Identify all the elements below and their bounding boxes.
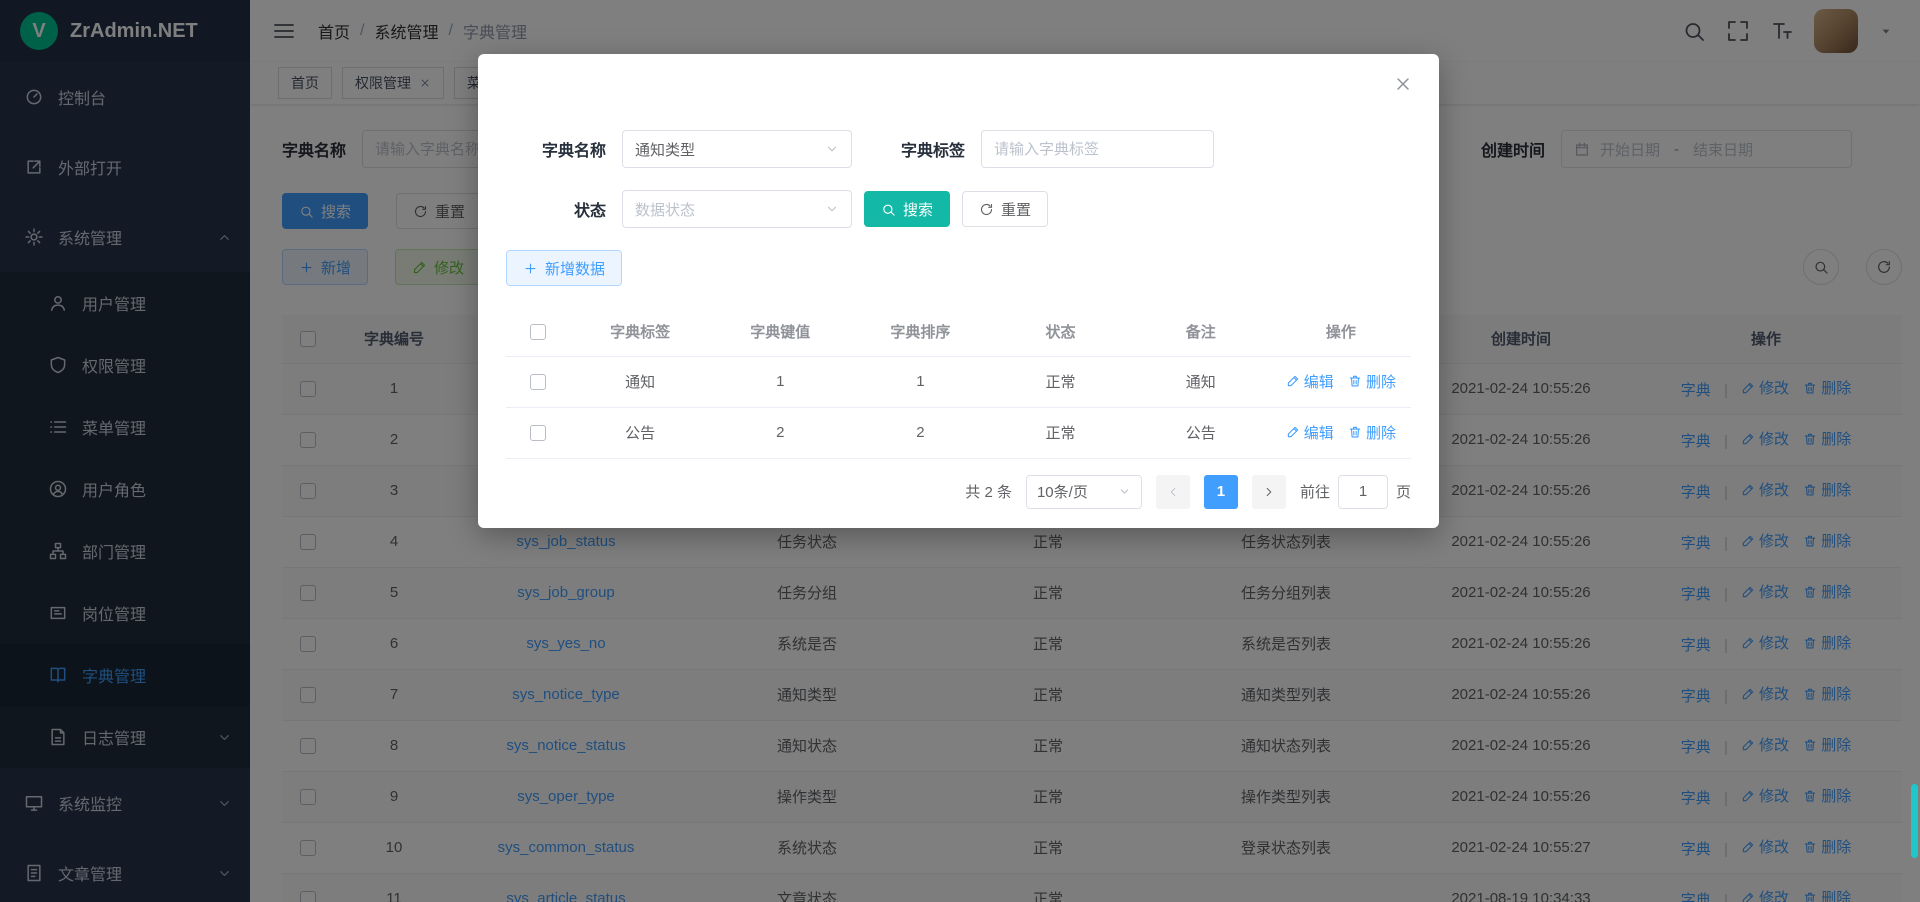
close-icon[interactable] [1393, 74, 1413, 94]
delete-row-link[interactable]: 删除 [1348, 371, 1396, 392]
dict-label-input[interactable] [981, 130, 1214, 168]
dialog-search-label: 搜索 [903, 199, 933, 220]
goto-label: 前往 [1300, 481, 1330, 502]
plus-icon [523, 261, 538, 276]
header-dict-value: 字典键值 [710, 308, 850, 356]
pagination-total: 共 2 条 [965, 481, 1012, 502]
dialog-form-row-1: 字典名称 通知类型 字典标签 [506, 130, 1411, 168]
header-dict-label: 字典标签 [570, 308, 710, 356]
edit-row-link[interactable]: 编辑 [1286, 371, 1334, 392]
row-checkbox[interactable] [530, 425, 546, 441]
edit-icon [1286, 425, 1300, 439]
dialog-toolbar: 新增数据 [506, 250, 1411, 286]
dialog-reset-button[interactable]: 重置 [962, 191, 1048, 227]
goto-page-group: 前往 页 [1300, 475, 1411, 509]
cell-dict-value: 2 [710, 407, 850, 458]
table-row: 公告 2 2 正常 公告 编辑 删除 [506, 407, 1411, 458]
table-row: 通知 1 1 正常 通知 编辑 删除 [506, 356, 1411, 407]
cell-dict-value: 1 [710, 356, 850, 407]
edit-link-label: 编辑 [1304, 371, 1334, 392]
trash-icon [1348, 374, 1362, 388]
refresh-icon [979, 202, 994, 217]
pagination: 共 2 条 10条/页 1 前往 页 [506, 475, 1411, 509]
delete-row-link[interactable]: 删除 [1348, 422, 1396, 443]
edit-icon [1286, 374, 1300, 388]
edit-link-label: 编辑 [1304, 422, 1334, 443]
dict-data-table-body: 通知 1 1 正常 通知 编辑 删除 [506, 356, 1411, 458]
cell-status: 正常 [990, 356, 1130, 407]
select-all-checkbox[interactable] [530, 324, 546, 340]
next-page-button[interactable] [1252, 475, 1286, 509]
delete-link-label: 删除 [1366, 422, 1396, 443]
scrollbar-thumb[interactable] [1911, 784, 1918, 858]
cell-dict-sort: 1 [850, 356, 990, 407]
trash-icon [1348, 425, 1362, 439]
chevron-right-icon [1262, 485, 1276, 499]
search-icon [881, 202, 896, 217]
status-label: 状态 [506, 197, 606, 221]
page-unit-label: 页 [1396, 481, 1411, 502]
row-checkbox[interactable] [530, 374, 546, 390]
prev-page-button[interactable] [1156, 475, 1190, 509]
dialog-search-button[interactable]: 搜索 [864, 191, 950, 227]
add-dict-data-button[interactable]: 新增数据 [506, 250, 622, 286]
dict-data-table-header: 字典标签 字典键值 字典排序 状态 备注 操作 [506, 308, 1411, 356]
dict-data-table: 字典标签 字典键值 字典排序 状态 备注 操作 通知 1 1 正常 通知 [506, 308, 1411, 459]
header-dict-sort: 字典排序 [850, 308, 990, 356]
chevron-down-icon [825, 142, 839, 156]
delete-link-label: 删除 [1366, 371, 1396, 392]
status-select[interactable]: 数据状态 [622, 190, 852, 228]
cell-actions: 编辑 删除 [1271, 407, 1411, 458]
dict-name-select[interactable]: 通知类型 [622, 130, 852, 168]
scrollbar[interactable] [1910, 0, 1920, 902]
dialog-reset-label: 重置 [1001, 199, 1031, 220]
chevron-down-icon [1118, 485, 1131, 498]
page-number-button[interactable]: 1 [1204, 475, 1238, 509]
status-placeholder: 数据状态 [635, 199, 695, 220]
cell-remark: 通知 [1131, 356, 1271, 407]
page-size-value: 10条/页 [1037, 481, 1088, 502]
edit-row-link[interactable]: 编辑 [1286, 422, 1334, 443]
goto-page-input[interactable] [1338, 475, 1388, 509]
dict-name-label: 字典名称 [506, 137, 606, 161]
add-dict-data-label: 新增数据 [545, 258, 605, 279]
cell-actions: 编辑 删除 [1271, 356, 1411, 407]
header-actions: 操作 [1271, 308, 1411, 356]
dict-data-dialog: 字典名称 通知类型 字典标签 状态 数据状态 搜索 重置 新增数据 [478, 54, 1439, 528]
cell-dict-label: 公告 [570, 407, 710, 458]
dialog-form-row-2: 状态 数据状态 搜索 重置 [506, 190, 1411, 228]
page-size-select[interactable]: 10条/页 [1026, 475, 1142, 509]
cell-dict-label: 通知 [570, 356, 710, 407]
chevron-down-icon [825, 202, 839, 216]
header-remark: 备注 [1131, 308, 1271, 356]
cell-status: 正常 [990, 407, 1130, 458]
dict-label-label: 字典标签 [870, 137, 965, 161]
header-status: 状态 [990, 308, 1130, 356]
cell-remark: 公告 [1131, 407, 1271, 458]
chevron-left-icon [1166, 485, 1180, 499]
dict-name-selected-value: 通知类型 [635, 139, 695, 160]
cell-dict-sort: 2 [850, 407, 990, 458]
